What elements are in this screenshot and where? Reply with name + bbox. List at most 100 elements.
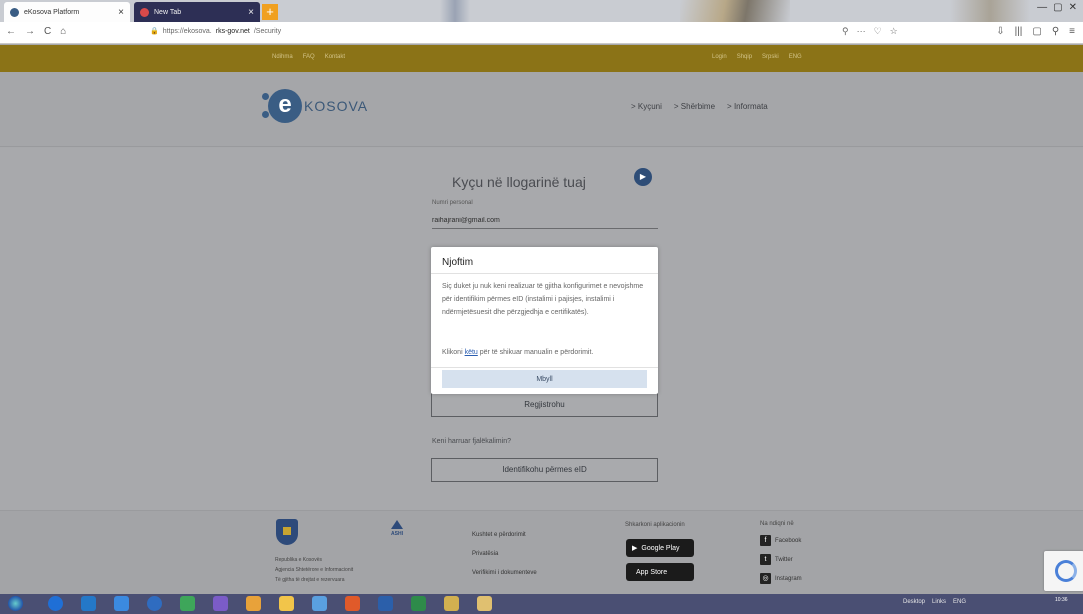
language-link[interactable]: Shqip [737, 54, 752, 60]
instagram-link[interactable]: ◎ Instagram [760, 573, 802, 584]
footer-link[interactable]: Kushtet e përdorimit [472, 526, 537, 545]
url-domain: rks-gov.net [215, 27, 250, 35]
top-link[interactable]: Kontakt [325, 54, 345, 60]
taskbar-app-icon[interactable] [81, 596, 96, 611]
sidebar-icon[interactable]: ▢ [1032, 26, 1041, 37]
taskbar-app-icon[interactable] [279, 596, 294, 611]
twitter-link[interactable]: t Twitter [760, 554, 793, 565]
library-icon[interactable]: ||| [1015, 26, 1023, 37]
more-icon[interactable]: ··· [857, 26, 866, 37]
tray-label[interactable]: Desktop [903, 599, 925, 605]
address-bar[interactable]: 🔒 https://ekosova. rks-gov.net/Security [150, 27, 282, 36]
tab-title: eKosova Platform [24, 8, 80, 16]
forward-icon[interactable]: → [25, 26, 35, 37]
logo-dot [262, 111, 269, 118]
top-link[interactable]: FAQ [303, 54, 315, 60]
top-link[interactable]: Ndihma [272, 54, 293, 60]
taskbar-clock[interactable]: 10:36 [1055, 597, 1068, 604]
app-store-badge[interactable]: App Store [626, 563, 694, 581]
username-label: Numri personal [432, 200, 473, 206]
minimize-icon[interactable]: — [1037, 2, 1047, 13]
reload-icon[interactable]: C [44, 26, 51, 37]
taskbar-app-icon[interactable] [444, 596, 459, 611]
taskbar-app-icon[interactable] [345, 596, 360, 611]
tab-ekosova[interactable]: eKosova Platform × [4, 2, 130, 22]
menu-icon[interactable]: ≡ [1069, 26, 1075, 37]
instagram-icon: ◎ [760, 573, 771, 584]
logo-text: KOSOVA [304, 98, 369, 114]
back-icon[interactable]: ← [6, 26, 16, 37]
social-name: Instagram [775, 575, 802, 582]
home-icon[interactable]: ⌂ [60, 26, 66, 37]
page-title: Kyçu në llogarinë tuaj [452, 174, 586, 190]
modal-divider [431, 367, 658, 368]
modal-link-suffix: për të shikuar manualin e përdorimit. [479, 349, 594, 356]
window-controls: — ▢ ✕ [1037, 2, 1077, 13]
eid-login-button[interactable]: Identifikohu përmes eID [431, 458, 658, 482]
close-window-icon[interactable]: ✕ [1069, 2, 1077, 13]
taskbar-app-icon[interactable] [246, 596, 261, 611]
window-background-decor [680, 0, 790, 22]
social-name: Facebook [775, 537, 802, 544]
new-tab-button[interactable]: + [262, 4, 278, 20]
recaptcha-badge-icon[interactable] [1044, 551, 1083, 591]
language-link[interactable]: ENG [789, 54, 802, 60]
nav-item-info[interactable]: > Informata [727, 102, 768, 111]
download-icon[interactable]: ⇩ [996, 26, 1004, 37]
google-play-badge[interactable]: ▶ Google Play [626, 539, 694, 557]
close-modal-button[interactable]: Mbyll [442, 370, 647, 388]
ekosova-favicon-icon [10, 7, 19, 17]
store-label: App Store [636, 568, 668, 576]
play-video-icon[interactable]: ▶ [634, 168, 652, 186]
username-field[interactable] [432, 213, 658, 229]
nav-item-services[interactable]: > Shërbime [674, 102, 715, 111]
language-link[interactable]: Srpski [762, 54, 779, 60]
ashi-mark-icon [391, 520, 403, 529]
pocket-icon[interactable]: ♡ [874, 26, 882, 37]
language-indicator[interactable]: ENG [953, 599, 966, 605]
taskbar-app-icon[interactable] [48, 596, 63, 611]
facebook-icon: f [760, 535, 771, 546]
ekosova-logo[interactable]: e KOSOVA [262, 89, 369, 123]
nav-item-login[interactable]: > Kyçuni [631, 102, 662, 111]
zoom-icon[interactable]: ⚲ [1052, 26, 1059, 37]
close-tab-icon[interactable]: × [118, 7, 124, 18]
taskbar-app-icon[interactable] [312, 596, 327, 611]
tray-label[interactable]: Links [932, 599, 946, 605]
social-name: Twitter [775, 556, 793, 563]
apps-label: Shkarkoni aplikacionin [625, 522, 685, 528]
system-tray: Desktop Links ENG [903, 599, 966, 605]
taskbar-app-icon[interactable] [147, 596, 162, 611]
bookmark-star-icon[interactable]: ☆ [890, 26, 898, 37]
manual-link[interactable]: këtu [465, 349, 478, 356]
footer-link[interactable]: Privatësia [472, 545, 537, 564]
browser-toolbar: ← → C ⌂ 🔒 https://ekosova. rks-gov.net/Se… [0, 22, 1083, 44]
modal-message: Siç duket ju nuk keni realizuar të gjith… [442, 283, 644, 316]
tab-new-tab[interactable]: New Tab × [134, 2, 260, 22]
site-header: e KOSOVA > Kyçuni > Shërbime > Informata [0, 72, 1083, 147]
forgot-password-link[interactable]: Keni harruar fjalëkalimin? [432, 438, 511, 445]
modal-manual-line: Klikoni këtu për të shikuar manualin e p… [442, 349, 593, 356]
search-icon[interactable]: ⚲ [842, 26, 849, 37]
footer-link[interactable]: Verifikimi i dokumenteve [472, 564, 537, 583]
browser-tab-bar: eKosova Platform × New Tab × + — ▢ ✕ [0, 0, 1083, 22]
url-path: /Security [253, 27, 282, 35]
ashi-logo-text: ASHI [391, 531, 403, 537]
start-button-icon[interactable] [8, 596, 23, 611]
taskbar-app-icon[interactable] [114, 596, 129, 611]
taskbar-app-icon[interactable] [378, 596, 393, 611]
modal-title: Njoftim [442, 257, 474, 268]
taskbar-app-icon[interactable] [411, 596, 426, 611]
taskbar-app-icon[interactable] [477, 596, 492, 611]
taskbar-app-icon[interactable] [213, 596, 228, 611]
window-background-decor [950, 0, 1030, 22]
nav-buttons: ← → C ⌂ [6, 26, 66, 37]
close-tab-icon[interactable]: × [248, 7, 254, 18]
register-button[interactable]: Regjistrohu [431, 393, 658, 417]
top-link[interactable]: Login [712, 54, 727, 60]
facebook-link[interactable]: f Facebook [760, 535, 801, 546]
address-bar-icons: ⚲ ··· ♡ ☆ [842, 26, 898, 37]
taskbar-app-icon[interactable] [180, 596, 195, 611]
maximize-icon[interactable]: ▢ [1053, 2, 1062, 13]
google-play-icon: ▶ [632, 545, 638, 552]
